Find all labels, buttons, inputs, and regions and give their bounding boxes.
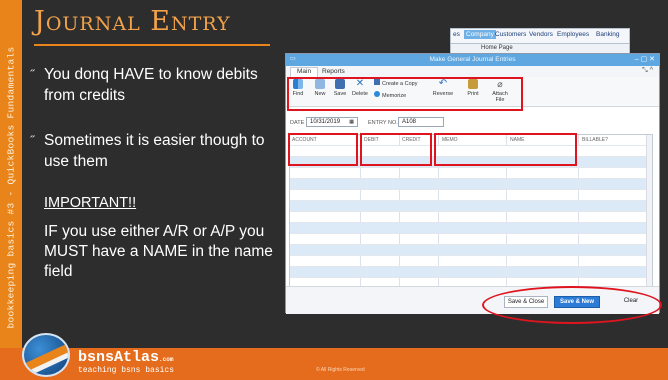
home-page-tab[interactable]: Home Page — [481, 45, 513, 51]
tab-reports[interactable]: Reports — [322, 68, 345, 75]
bullet-mark: ˝ — [30, 67, 35, 82]
brand-name: bsnsAtlas.com — [78, 349, 173, 366]
table-row[interactable] — [290, 233, 650, 244]
tab-strip: Main Reports ⤡ ^ — [286, 66, 659, 77]
slide-title: Journal Entry — [34, 6, 231, 37]
globe-logo-icon — [22, 333, 70, 377]
menu-item-company[interactable]: Company — [464, 30, 496, 39]
table-row[interactable] — [290, 222, 650, 233]
entry-no-label: ENTRY NO. — [368, 120, 398, 126]
memo-name-highlight — [434, 133, 577, 166]
menu-item-employees[interactable]: Employees — [557, 31, 589, 38]
qb-menubar: es Company Customers Vendors Employees B… — [450, 28, 630, 44]
date-label: DATE — [290, 120, 305, 126]
date-value: 10/31/2019 — [310, 119, 341, 125]
bullet-2: ˝ Sometimes it is easier though to use t… — [30, 130, 274, 172]
menu-item-es[interactable]: es — [453, 31, 460, 38]
rights-notice: © All Rights Reserved — [316, 367, 365, 373]
entry-no-value: A108 — [402, 119, 417, 125]
menu-item-customers[interactable]: Customers — [495, 31, 526, 38]
side-label: bookkeeping basics #3 - QuickBooks Funda… — [5, 46, 17, 329]
bullet-text: Sometimes it is easier though to use the… — [44, 132, 265, 170]
brand-text: bsnsAtlas — [78, 349, 160, 366]
toolbar-highlight — [287, 77, 523, 111]
title-underline — [34, 44, 270, 46]
table-row[interactable] — [290, 178, 650, 189]
table-row[interactable] — [290, 167, 650, 178]
bullet-1: ˝ You donq HAVE to know debits from cred… — [30, 64, 274, 106]
window-title: Make General Journal Entries — [429, 56, 516, 63]
table-row[interactable] — [290, 211, 650, 222]
date-field[interactable]: 10/31/2019 ▦ — [306, 117, 358, 127]
calendar-icon[interactable]: ▦ — [349, 119, 354, 125]
side-strip: bookkeeping basics #3 - QuickBooks Funda… — [0, 0, 22, 348]
menu-item-banking[interactable]: Banking — [596, 31, 620, 38]
collapse-icon[interactable]: ⤡ ^ — [642, 67, 653, 75]
window-titlebar: ▭ Make General Journal Entries – ▢ ✕ — [286, 54, 659, 66]
important-heading: IMPORTANT!! — [44, 195, 137, 211]
table-row[interactable] — [290, 200, 650, 211]
menu-item-vendors[interactable]: Vendors — [529, 31, 553, 38]
slide: bookkeeping basics #3 - QuickBooks Funda… — [0, 0, 668, 380]
brand-suffix: .com — [159, 356, 174, 363]
tab-main[interactable]: Main — [290, 67, 319, 77]
bullet-mark: ˝ — [30, 133, 35, 148]
table-row[interactable] — [290, 244, 650, 255]
debit-credit-highlight — [360, 133, 432, 166]
table-row[interactable] — [290, 255, 650, 266]
col-billable: BILLABLE? — [582, 137, 608, 143]
bullet-text: You donq HAVE to know debits from credit… — [44, 66, 258, 104]
important-text: IF you use either A/R or A/P you MUST ha… — [44, 223, 273, 280]
entry-no-field[interactable]: A108 — [398, 117, 444, 127]
table-row[interactable] — [290, 266, 650, 277]
brand-tagline: teaching bsns basics — [78, 366, 175, 375]
table-row[interactable] — [290, 189, 650, 200]
window-controls[interactable]: – ▢ ✕ — [635, 55, 655, 63]
grid-scrollbar[interactable] — [646, 135, 652, 295]
buttons-highlight-oval — [482, 286, 662, 324]
account-column-highlight — [288, 133, 358, 166]
